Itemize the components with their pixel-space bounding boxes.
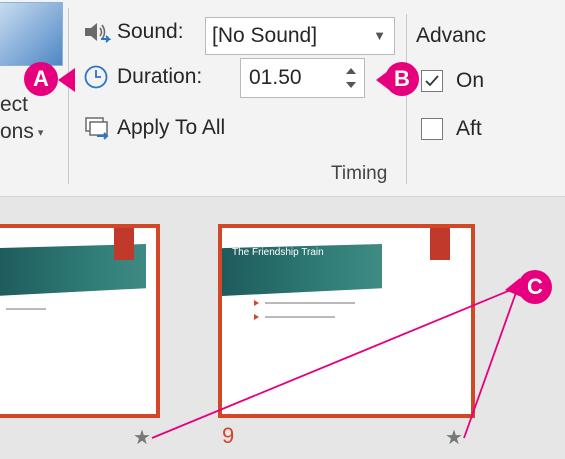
callout-b: B: [385, 62, 419, 96]
callout-lines: [58, 68, 524, 439]
callout-c: C: [518, 270, 552, 304]
callout-a: A: [24, 62, 58, 96]
